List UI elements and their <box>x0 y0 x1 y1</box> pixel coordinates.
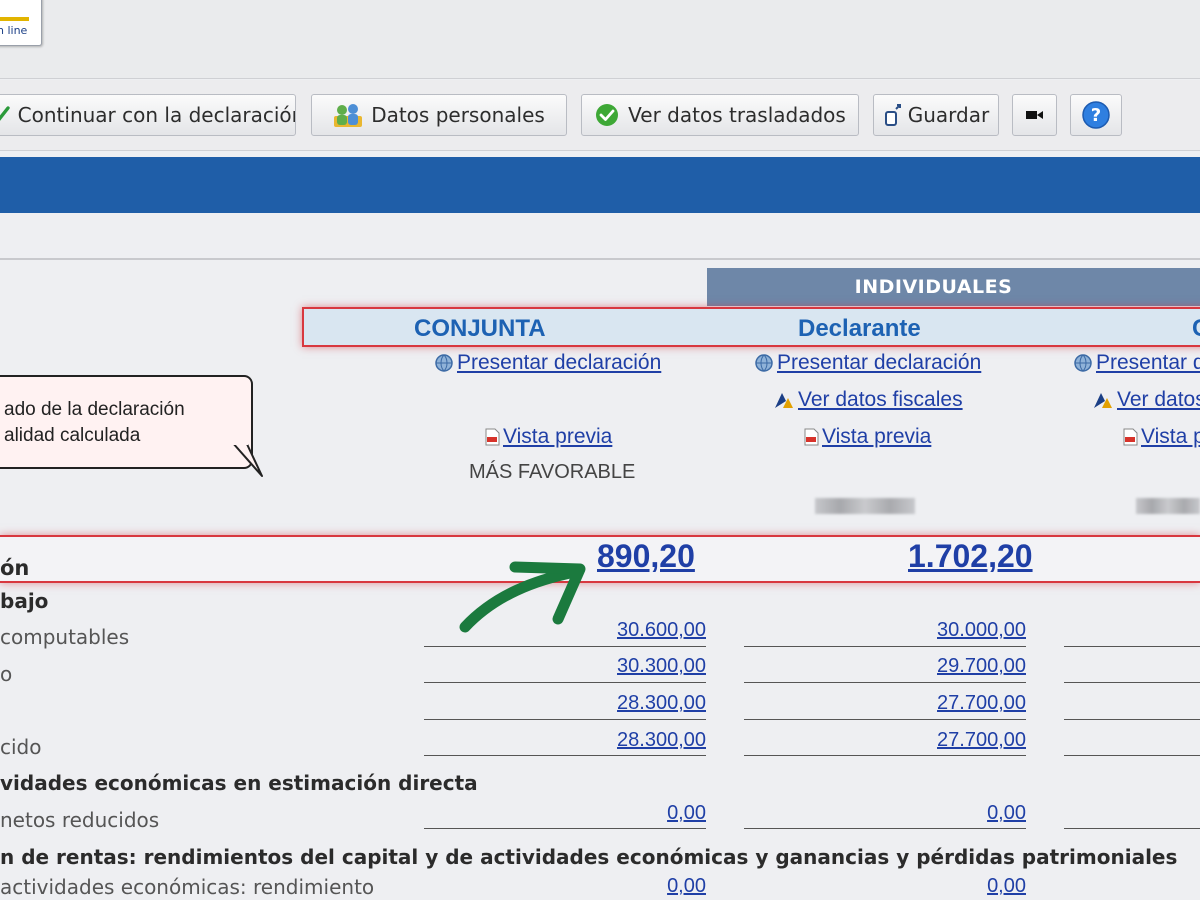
save-icon <box>883 103 903 127</box>
value-underline <box>744 646 1026 647</box>
row-label: o <box>0 662 13 686</box>
ver-datos-trasladados-button[interactable]: Ver datos trasladados <box>581 94 859 136</box>
help-button[interactable]: ? <box>1070 94 1122 136</box>
declarante-value[interactable]: 27.700,00 <box>744 729 1026 752</box>
conjunta-value[interactable]: 30.600,00 <box>424 619 706 642</box>
value-underline <box>424 682 706 683</box>
value-underline <box>1064 828 1200 829</box>
toolbar: Continuar con la declaración Datos perso… <box>0 80 1200 151</box>
section-trabajo: bajo <box>0 589 49 613</box>
video-camera-icon <box>1025 109 1044 121</box>
third-column-title: C <box>1192 315 1200 343</box>
conjunta-value[interactable]: 30.300,00 <box>424 655 706 678</box>
globe-icon <box>1073 353 1093 373</box>
guardar-button[interactable]: Guardar <box>873 94 999 136</box>
vista-previa-text[interactable]: Vista previa <box>503 425 612 449</box>
continuar-button[interactable]: Continuar con la declaración <box>0 94 296 136</box>
app-logo[interactable]: n line <box>0 0 42 46</box>
value-underline <box>744 828 1026 829</box>
declarante-vista-previa-link[interactable]: Vista previa <box>803 425 931 449</box>
tooltip-line-1: ado de la declaración <box>4 399 185 420</box>
presentar-text[interactable]: Presentar declaración <box>457 351 661 375</box>
mas-favorable-label: MÁS FAVORABLE <box>469 461 636 483</box>
row-label: actividades económicas: rendimiento <box>0 875 375 899</box>
result-declarante-value[interactable]: 1.702,20 <box>908 538 1033 575</box>
datos-personales-button[interactable]: Datos personales <box>311 94 567 136</box>
conjunta-value[interactable]: 28.300,00 <box>424 729 706 752</box>
logo-text: n line <box>0 24 28 37</box>
tooltip-tail <box>230 440 263 477</box>
declarante-column-title: Declarante <box>798 315 921 342</box>
conjunta-value[interactable]: 28.300,00 <box>424 692 706 715</box>
result-conjunta-value[interactable]: 890,20 <box>597 538 695 575</box>
globe-icon <box>434 353 454 373</box>
globe-icon <box>754 353 774 373</box>
conjunta-presentar-link[interactable]: Presentar declaración <box>434 351 661 375</box>
result-label: ón <box>0 556 30 580</box>
datos-personales-label: Datos personales <box>371 103 545 127</box>
ver-datos-fiscales-text[interactable]: Ver datos fiscales <box>798 388 963 412</box>
redacted-value <box>815 498 915 514</box>
vista-previa-text[interactable]: Vista previa <box>822 425 931 449</box>
tooltip-bubble: ado de la declaración alidad calculada <box>0 375 253 469</box>
redacted-value <box>1136 498 1200 514</box>
ver-datos-label: Ver datos trasladados <box>628 103 846 127</box>
title-band <box>0 157 1200 213</box>
value-underline <box>424 719 706 720</box>
agency-logo-icon <box>1092 391 1114 409</box>
video-button[interactable] <box>1012 94 1057 136</box>
ver-datos-text[interactable]: Ver datos <box>1117 388 1200 412</box>
presentar-text[interactable]: Presentar declaración <box>777 351 981 375</box>
row-label: computables <box>0 625 130 649</box>
divider <box>0 258 1200 260</box>
guardar-label: Guardar <box>907 103 990 127</box>
declarante-value[interactable]: 27.700,00 <box>744 692 1026 715</box>
conjunta-vista-previa-link[interactable]: Vista previa <box>484 425 612 449</box>
declarante-value[interactable]: 29.700,00 <box>744 655 1026 678</box>
conjunta-value[interactable]: 0,00 <box>424 802 706 825</box>
value-underline <box>1064 682 1200 683</box>
value-underline <box>744 719 1026 720</box>
value-underline <box>424 828 706 829</box>
third-vista-previa-link[interactable]: Vista p <box>1122 425 1200 449</box>
pdf-icon <box>1122 428 1138 446</box>
tooltip-line-2: alidad calculada <box>4 425 141 446</box>
declarante-presentar-link[interactable]: Presentar declaración <box>754 351 981 375</box>
value-underline <box>1064 646 1200 647</box>
declarante-value[interactable]: 0,00 <box>744 875 1026 898</box>
pdf-icon <box>484 428 500 446</box>
value-underline <box>744 682 1026 683</box>
top-strip <box>0 0 1200 79</box>
conjunta-value[interactable]: 0,00 <box>424 875 706 898</box>
section-actividades: vidades económicas en estimación directa <box>0 771 478 795</box>
checkmark-icon <box>0 104 10 126</box>
value-underline <box>424 755 706 756</box>
continuar-label: Continuar con la declaración <box>17 103 296 127</box>
individuales-header: INDIVIDUALES <box>707 268 1200 306</box>
third-ver-datos-link[interactable]: Ver datos <box>1092 388 1200 412</box>
conjunta-column-title: CONJUNTA <box>414 315 546 342</box>
declarante-value[interactable]: 0,00 <box>744 802 1026 825</box>
row-label: cido <box>0 735 42 759</box>
value-underline <box>424 646 706 647</box>
green-check-circle-icon <box>594 102 620 128</box>
third-presentar-link[interactable]: Presentar d <box>1073 351 1200 375</box>
help-icon: ? <box>1081 100 1111 130</box>
row-label: netos reducidos <box>0 808 160 832</box>
declarante-ver-datos-fiscales-link[interactable]: Ver datos fiscales <box>773 388 963 412</box>
value-underline <box>1064 719 1200 720</box>
declarante-value[interactable]: 30.000,00 <box>744 619 1026 642</box>
people-icon <box>333 102 363 128</box>
svg-text:?: ? <box>1091 105 1101 126</box>
value-underline <box>1064 755 1200 756</box>
pdf-icon <box>803 428 819 446</box>
section-rentas: n de rentas: rendimientos del capital y … <box>0 845 1178 869</box>
value-underline <box>744 755 1026 756</box>
presentar-text[interactable]: Presentar d <box>1096 351 1200 375</box>
vista-previa-text[interactable]: Vista p <box>1141 425 1200 449</box>
column-header-row: CONJUNTA Declarante C <box>302 307 1200 347</box>
agency-logo-icon <box>773 391 795 409</box>
